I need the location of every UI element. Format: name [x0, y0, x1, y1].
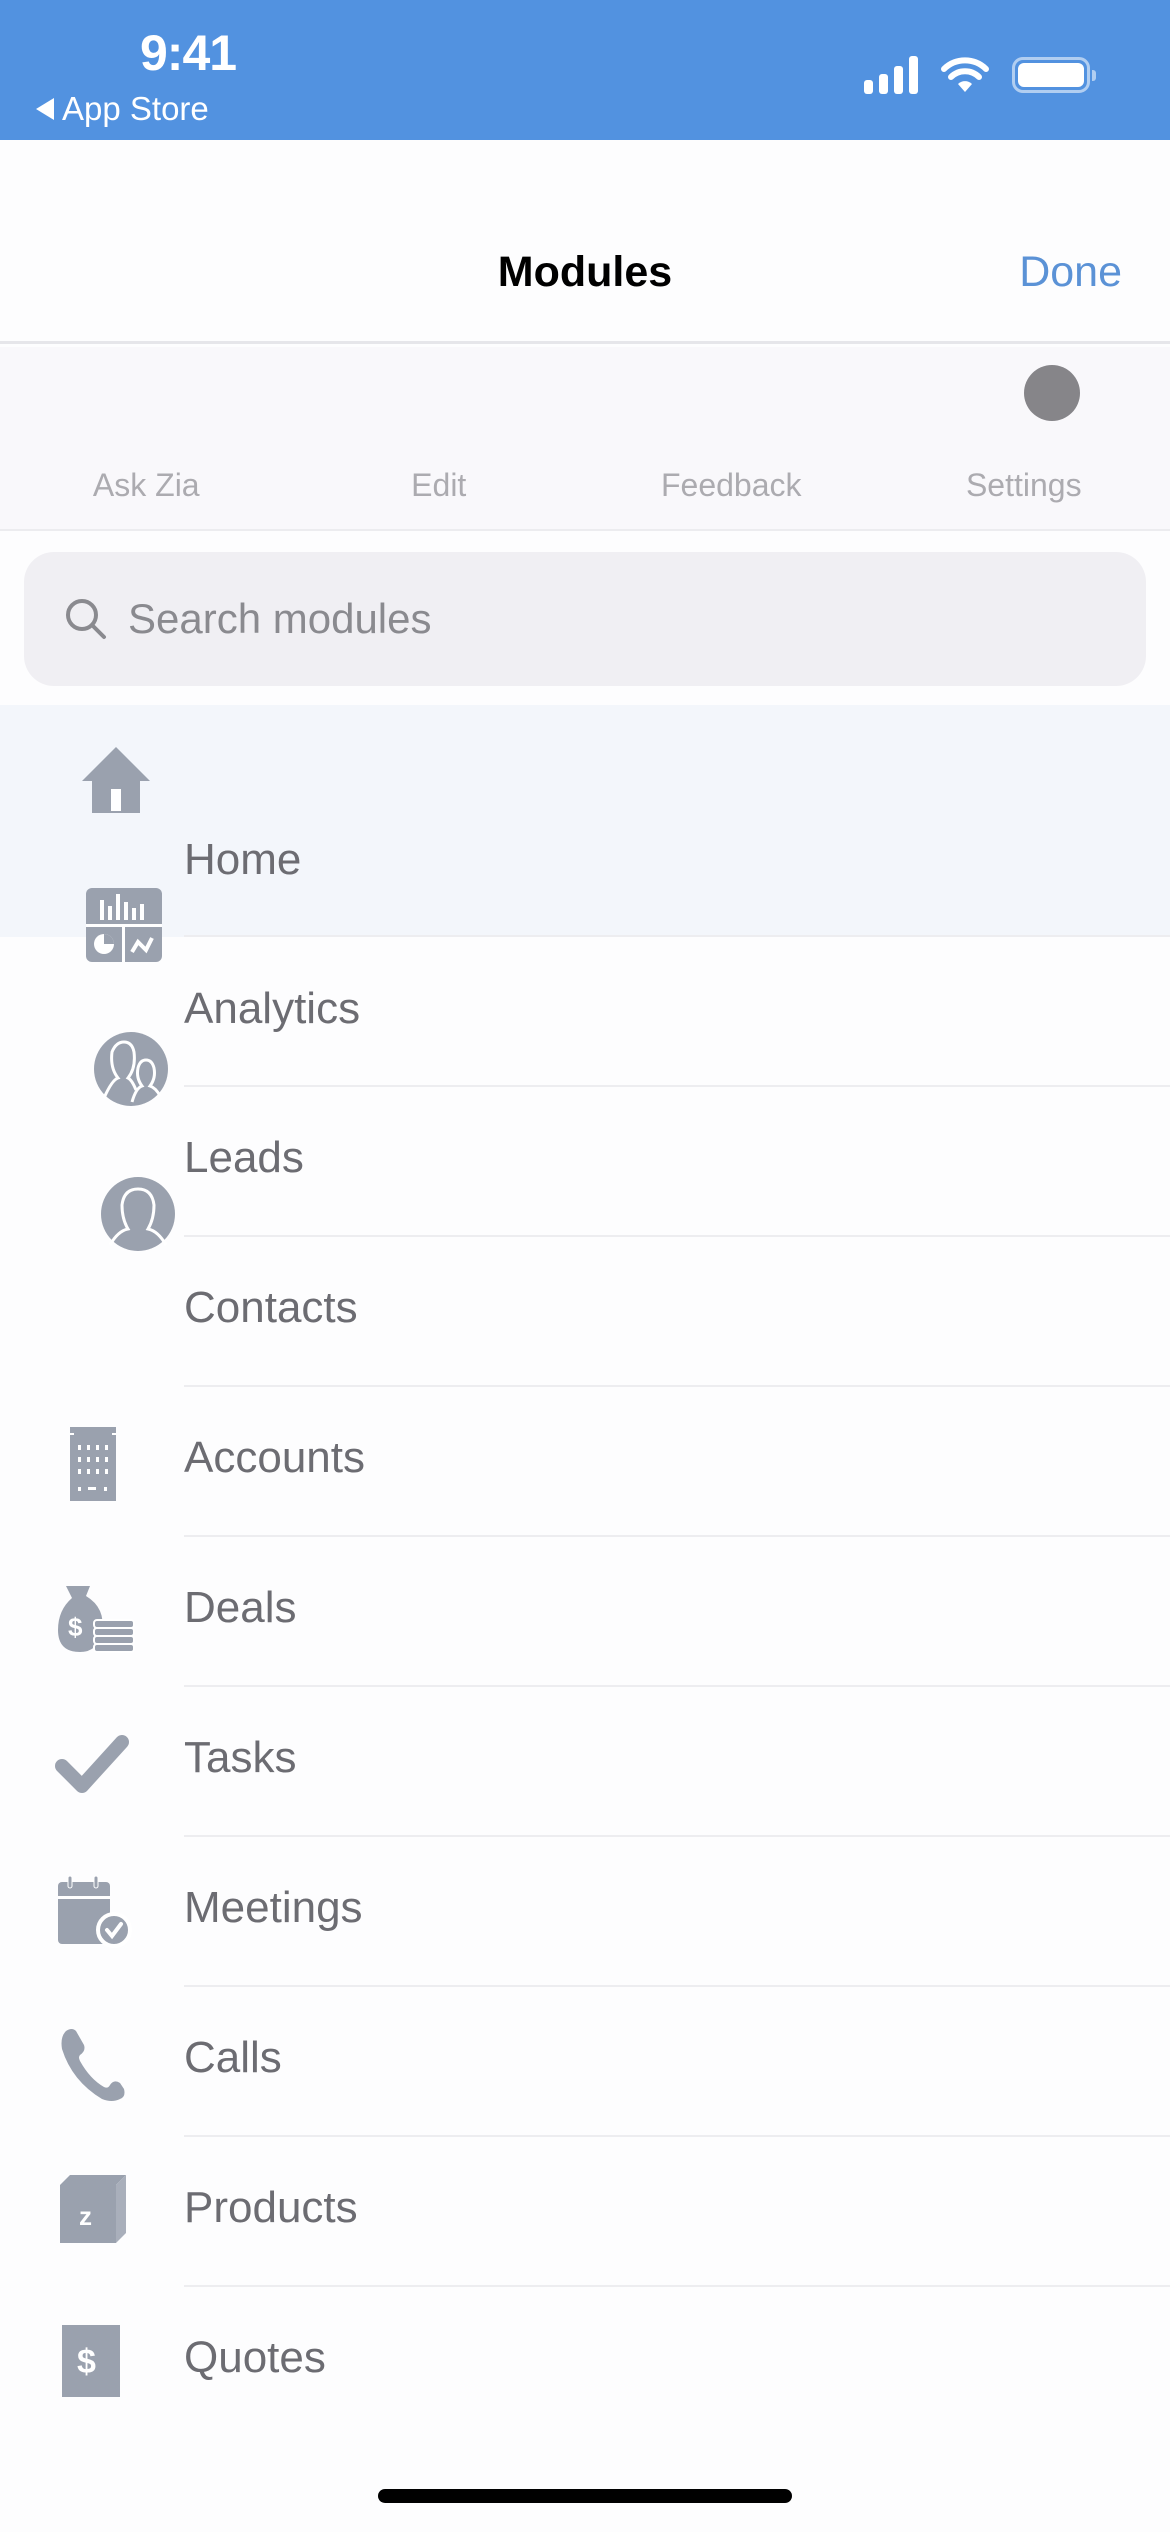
search-bar[interactable] [24, 552, 1146, 686]
calendar-check-icon [58, 1876, 132, 1948]
home-indicator[interactable] [378, 2489, 792, 2503]
module-row-deals[interactable]: Deals [0, 1537, 1170, 1687]
module-label: Quotes [184, 2333, 326, 2382]
edit-button[interactable]: Edit [293, 467, 586, 504]
checkmark-icon [55, 1735, 129, 1793]
battery-icon [1012, 57, 1096, 93]
navigation-bar: Modules Done [0, 140, 1170, 344]
back-to-app-store[interactable]: App Store [36, 90, 209, 128]
feedback-button[interactable]: Feedback [585, 467, 878, 504]
page-title: Modules [497, 248, 673, 296]
leads-icon [94, 1032, 168, 1106]
back-app-label: App Store [62, 90, 209, 127]
module-label: Deals [184, 1583, 297, 1632]
system-icons [864, 56, 1096, 94]
module-row-contacts[interactable]: Contacts [0, 1237, 1170, 1387]
signal-icon [864, 56, 918, 94]
module-label: Meetings [184, 1883, 363, 1932]
module-row-calls[interactable]: Calls [0, 1987, 1170, 2137]
notification-dot-icon [1024, 365, 1080, 421]
money-bag-icon: $ [58, 1586, 135, 1653]
module-row-meetings[interactable]: Meetings [0, 1837, 1170, 1987]
search-input[interactable] [128, 595, 1028, 643]
module-label: Tasks [184, 1733, 297, 1782]
analytics-icon [86, 888, 162, 962]
product-box-icon: z [60, 2175, 126, 2243]
module-label: Calls [184, 2033, 282, 2082]
module-row-analytics[interactable]: Analytics [0, 937, 1170, 1087]
module-row-products[interactable]: Products [0, 2137, 1170, 2287]
status-bar: 9:41 App Store [0, 0, 1170, 140]
module-label: Accounts [184, 1433, 365, 1482]
status-time: 9:41 [140, 25, 237, 81]
action-bar: Ask Zia Edit Feedback Settings [0, 347, 1170, 531]
module-label: Contacts [184, 1283, 358, 1332]
search-icon [66, 599, 106, 639]
module-label: Leads [184, 1133, 304, 1182]
module-label: Products [184, 2183, 358, 2232]
settings-button[interactable]: Settings [878, 467, 1170, 504]
module-row-home[interactable]: Home [0, 787, 1170, 937]
svg-text:$: $ [68, 1612, 83, 1642]
wifi-icon [941, 57, 989, 92]
search-section [0, 531, 1170, 705]
module-row-accounts[interactable]: Accounts [0, 1387, 1170, 1537]
contacts-icon [101, 1177, 175, 1251]
phone-icon [61, 2029, 125, 2101]
home-icon [82, 747, 150, 813]
ask-zia-button[interactable]: Ask Zia [0, 467, 293, 504]
svg-text:$: $ [77, 2343, 96, 2381]
module-label: Analytics [184, 984, 361, 1033]
module-label: Home [184, 835, 302, 884]
module-row-tasks[interactable]: Tasks [0, 1687, 1170, 1837]
svg-text:z: z [79, 2201, 92, 2231]
quote-dollar-icon: $ [62, 2325, 120, 2397]
done-button[interactable]: Done [1019, 248, 1122, 297]
building-icon [70, 1427, 116, 1501]
back-triangle-icon [36, 98, 54, 120]
module-row-quotes[interactable]: Quotes [0, 2287, 1170, 2437]
